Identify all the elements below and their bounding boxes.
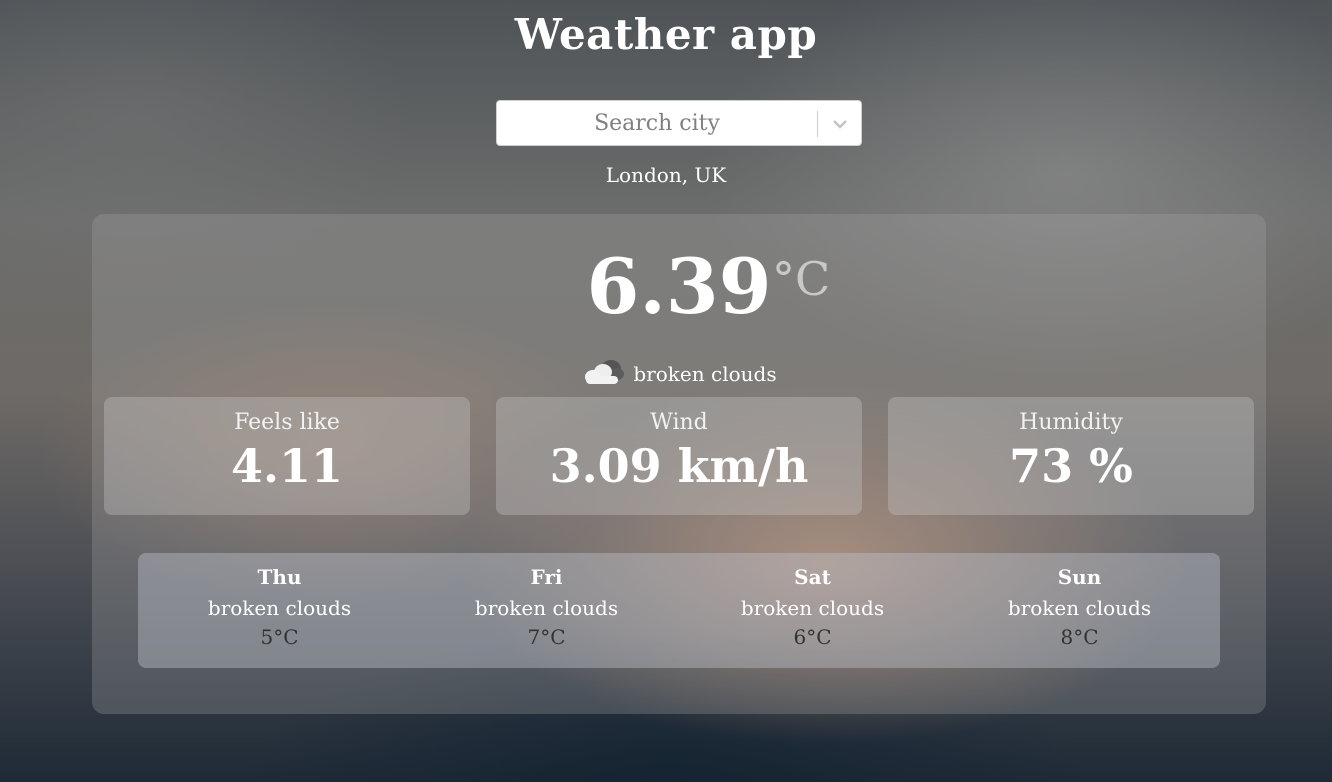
forecast-day: Sun broken clouds 8°C [946,565,1213,649]
forecast-temperature: 8°C [1060,625,1099,649]
wind-card: Wind 3.09 km/h [496,397,862,515]
weather-panel: 6.39 °C broken clouds Feels like 4.11 Wi… [92,214,1266,714]
stat-label: Feels like [234,410,340,435]
city-search-select[interactable]: Search city [496,100,862,146]
forecast-day: Thu broken clouds 5°C [146,565,413,649]
stat-label: Humidity [1019,410,1123,435]
forecast-day-name: Fri [530,565,563,589]
forecast-description: broken clouds [474,596,619,620]
stat-value: 3.09 km/h [549,439,809,493]
forecast-day-name: Sat [794,565,831,589]
current-temperature: 6.39 [586,242,772,331]
forecast-description: broken clouds [740,596,885,620]
condition-description: broken clouds [633,361,777,386]
broken-clouds-icon [581,356,625,391]
current-conditions: broken clouds [92,356,1266,391]
forecast-description: broken clouds [1007,596,1152,620]
chevron-down-icon[interactable] [818,101,861,147]
temperature-unit: °C [772,252,831,306]
search-input[interactable]: Search city [497,101,817,147]
forecast-temperature: 5°C [260,625,299,649]
humidity-card: Humidity 73 % [888,397,1254,515]
forecast-temperature: 7°C [527,625,566,649]
feels-like-card: Feels like 4.11 [104,397,470,515]
forecast-day: Sat broken clouds 6°C [679,565,946,649]
forecast-day-name: Sun [1057,565,1102,589]
forecast-temperature: 6°C [793,625,832,649]
forecast-strip: Thu broken clouds 5°C Fri broken clouds … [138,553,1220,668]
stat-value: 73 % [1009,439,1133,493]
forecast-day-name: Thu [257,565,302,589]
stat-label: Wind [650,410,708,435]
stat-value: 4.11 [230,439,344,493]
location-label: London, UK [605,163,727,187]
page-title: Weather app [514,10,818,59]
forecast-description: broken clouds [207,596,352,620]
forecast-day: Fri broken clouds 7°C [413,565,680,649]
